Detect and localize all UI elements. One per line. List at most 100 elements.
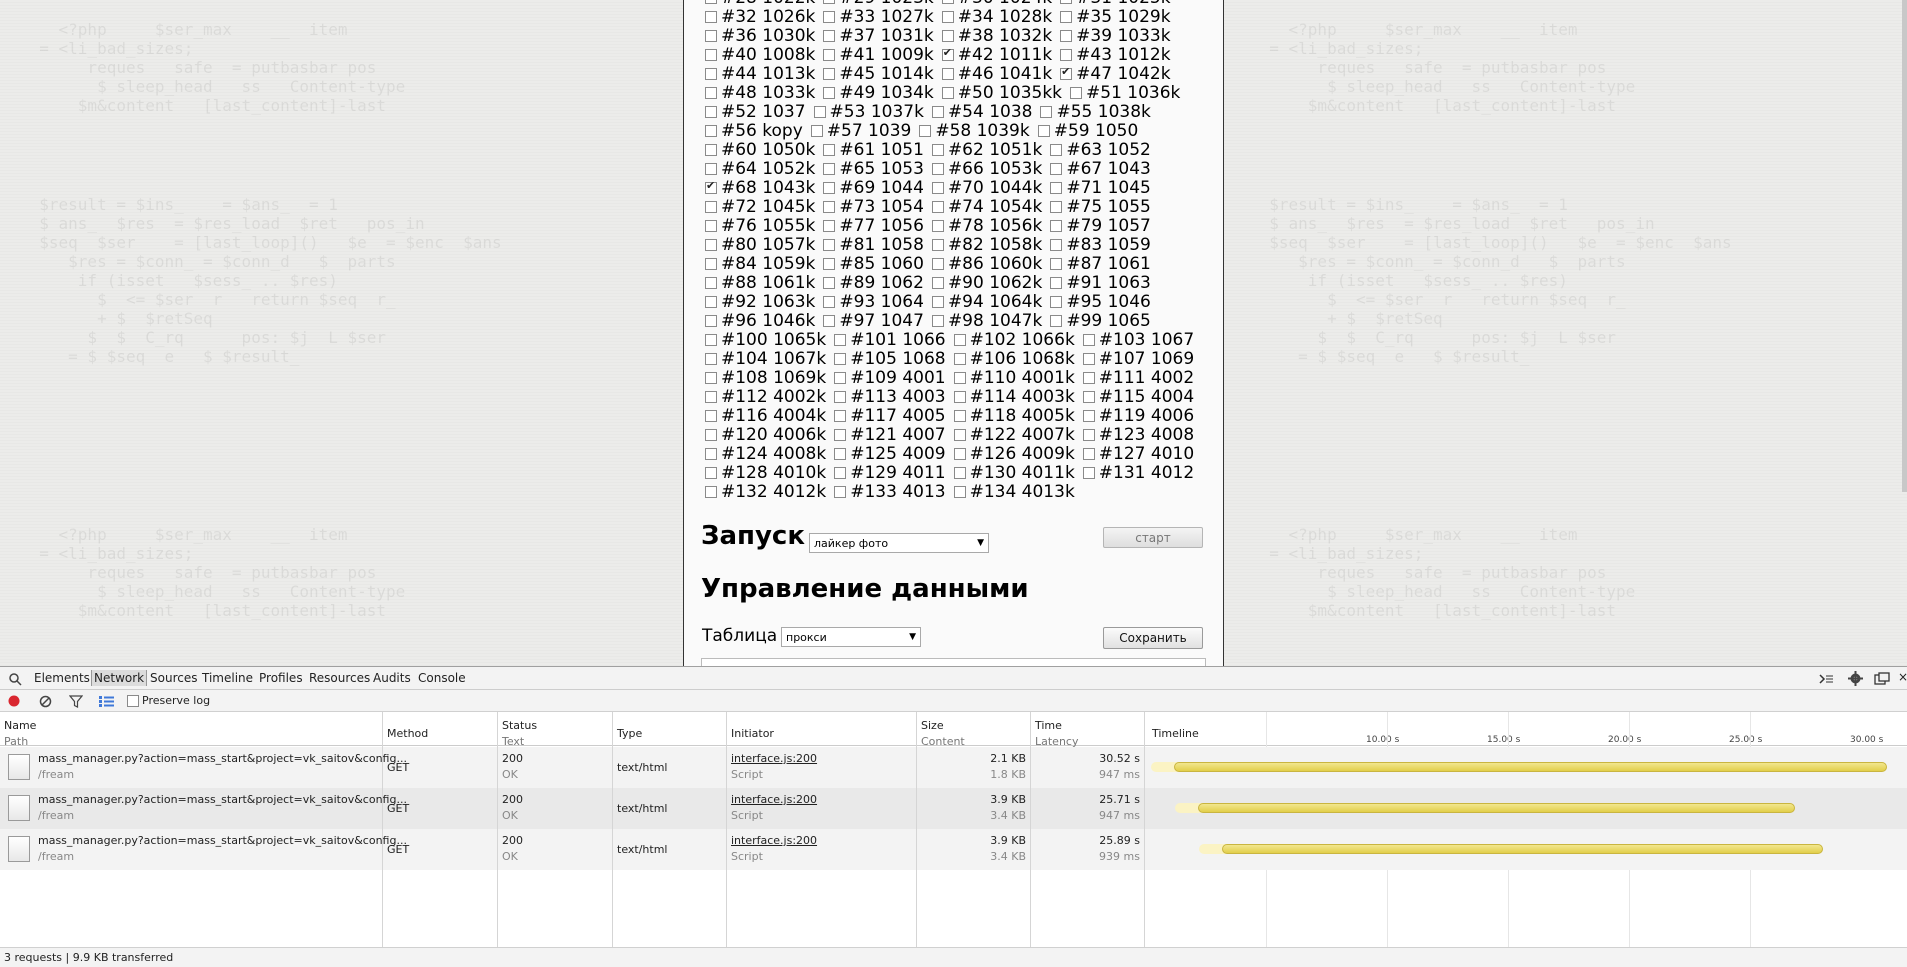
console-drawer-icon[interactable]	[1818, 672, 1834, 686]
account-checkbox[interactable]	[823, 67, 836, 80]
account-option[interactable]: #116 4004k	[705, 406, 826, 426]
account-checkbox[interactable]	[705, 276, 717, 289]
account-option[interactable]: #76 1055k	[705, 216, 815, 236]
account-checkbox[interactable]	[941, 46, 954, 61]
account-option[interactable]: #114 4003k	[953, 387, 1075, 407]
account-checkbox[interactable]	[834, 485, 847, 498]
account-option[interactable]: #75 1055	[1050, 197, 1151, 217]
filter-icon[interactable]	[69, 695, 83, 708]
account-option[interactable]: #104 1067k	[705, 349, 826, 369]
account-checkbox[interactable]	[705, 485, 717, 498]
account-option[interactable]: #43 1012k	[1060, 45, 1171, 65]
table-row[interactable]: mass_manager.py?action=mass_start&projec…	[0, 788, 1907, 829]
account-checkbox[interactable]	[931, 219, 944, 232]
account-option[interactable]: #113 4003	[834, 387, 946, 407]
account-option[interactable]: #48 1033k	[705, 83, 815, 103]
account-checkbox[interactable]	[834, 371, 847, 384]
account-option[interactable]: #90 1062k	[931, 273, 1042, 293]
col-initiator-header[interactable]: Initiator	[731, 727, 774, 740]
record-icon[interactable]	[8, 695, 20, 707]
account-checkbox[interactable]	[931, 238, 944, 251]
account-checkbox[interactable]	[705, 257, 717, 270]
account-option[interactable]: #56 kopy	[705, 121, 803, 141]
account-checkbox[interactable]	[705, 162, 717, 175]
account-checkbox[interactable]	[1050, 257, 1063, 270]
account-option[interactable]: #49 1034k	[823, 83, 934, 103]
account-checkbox[interactable]	[823, 29, 836, 42]
account-checkbox[interactable]	[931, 162, 944, 175]
account-option[interactable]: #119 4006	[1082, 406, 1194, 426]
account-checkbox[interactable]	[1082, 371, 1095, 384]
account-checkbox[interactable]	[931, 105, 944, 118]
column-divider[interactable]	[1030, 712, 1031, 947]
account-checkbox[interactable]	[941, 29, 954, 42]
account-checkbox[interactable]	[823, 314, 836, 327]
account-checkbox[interactable]	[931, 276, 944, 289]
account-checkbox[interactable]	[705, 447, 717, 460]
account-checkbox[interactable]	[705, 179, 717, 194]
account-checkbox[interactable]	[705, 295, 717, 308]
gear-icon[interactable]	[1848, 671, 1863, 686]
account-checkbox[interactable]	[834, 428, 847, 441]
account-option[interactable]: #129 4011	[834, 463, 946, 483]
account-checkbox[interactable]	[705, 200, 717, 213]
account-option[interactable]: #89 1062	[823, 273, 924, 293]
account-checkbox[interactable]	[953, 333, 966, 346]
account-checkbox[interactable]	[823, 143, 836, 156]
col-size-header[interactable]: Size	[921, 719, 944, 732]
account-checkbox[interactable]	[1070, 86, 1083, 99]
account-checkbox[interactable]	[705, 0, 717, 4]
account-checkbox[interactable]	[705, 466, 717, 479]
account-checkbox[interactable]	[705, 390, 717, 403]
account-checkbox[interactable]	[823, 276, 836, 289]
account-checkbox[interactable]	[823, 162, 836, 175]
account-option[interactable]: #127 4010	[1082, 444, 1194, 464]
account-option[interactable]: #118 4005k	[953, 406, 1075, 426]
account-option[interactable]: #37 1031k	[823, 26, 934, 46]
request-initiator[interactable]: interface.js:200	[731, 834, 817, 847]
account-checkbox[interactable]	[834, 352, 847, 365]
large-rows-icon[interactable]	[99, 695, 114, 708]
account-option[interactable]: #62 1051k	[931, 140, 1042, 160]
account-option[interactable]: #121 4007	[834, 425, 946, 445]
account-option[interactable]: #73 1054	[823, 197, 924, 217]
account-checkbox[interactable]	[823, 181, 836, 194]
account-option[interactable]: #70 1044k	[931, 178, 1042, 198]
account-option[interactable]: #97 1047	[823, 311, 924, 331]
account-checkbox[interactable]	[931, 200, 944, 213]
account-option[interactable]: #115 4004	[1082, 387, 1194, 407]
account-checkbox[interactable]	[953, 352, 966, 365]
account-checkbox[interactable]	[823, 257, 836, 270]
account-option[interactable]: #120 4006k	[705, 425, 826, 445]
account-option[interactable]: #133 4013	[834, 482, 946, 502]
account-option[interactable]: #107 1069	[1082, 349, 1194, 369]
column-divider[interactable]	[726, 712, 727, 947]
account-option[interactable]: #112 4002k	[705, 387, 826, 407]
account-option[interactable]: #92 1063k	[705, 292, 815, 312]
account-option[interactable]: #84 1059k	[705, 254, 815, 274]
save-button[interactable]: Сохранить	[1103, 627, 1203, 649]
account-checkbox[interactable]	[1060, 48, 1073, 61]
account-option[interactable]: #47 1042k	[1060, 64, 1171, 84]
account-option[interactable]: #77 1056	[823, 216, 924, 236]
column-divider[interactable]	[612, 712, 613, 947]
account-checkbox[interactable]	[705, 352, 717, 365]
account-option[interactable]: #123 4008	[1082, 425, 1194, 445]
account-option[interactable]: #117 4005	[834, 406, 946, 426]
account-option[interactable]: #58 1039k	[919, 121, 1030, 141]
col-type-header[interactable]: Type	[617, 727, 642, 740]
account-option[interactable]: #93 1064	[823, 292, 924, 312]
account-option[interactable]: #57 1039	[810, 121, 911, 141]
account-checkbox[interactable]	[813, 105, 826, 118]
col-status-header[interactable]: Status	[502, 719, 537, 732]
account-checkbox[interactable]	[953, 485, 966, 498]
account-checkbox[interactable]	[834, 409, 847, 422]
account-checkbox[interactable]	[823, 238, 836, 251]
account-option[interactable]: #109 4001	[834, 368, 946, 388]
tab-sources[interactable]: Sources	[150, 671, 197, 685]
account-checkbox[interactable]	[705, 428, 717, 441]
account-option[interactable]: #74 1054k	[931, 197, 1042, 217]
account-option[interactable]: #34 1028k	[941, 7, 1052, 27]
account-option[interactable]: #68 1043k	[705, 178, 815, 198]
account-checkbox[interactable]	[1050, 314, 1063, 327]
